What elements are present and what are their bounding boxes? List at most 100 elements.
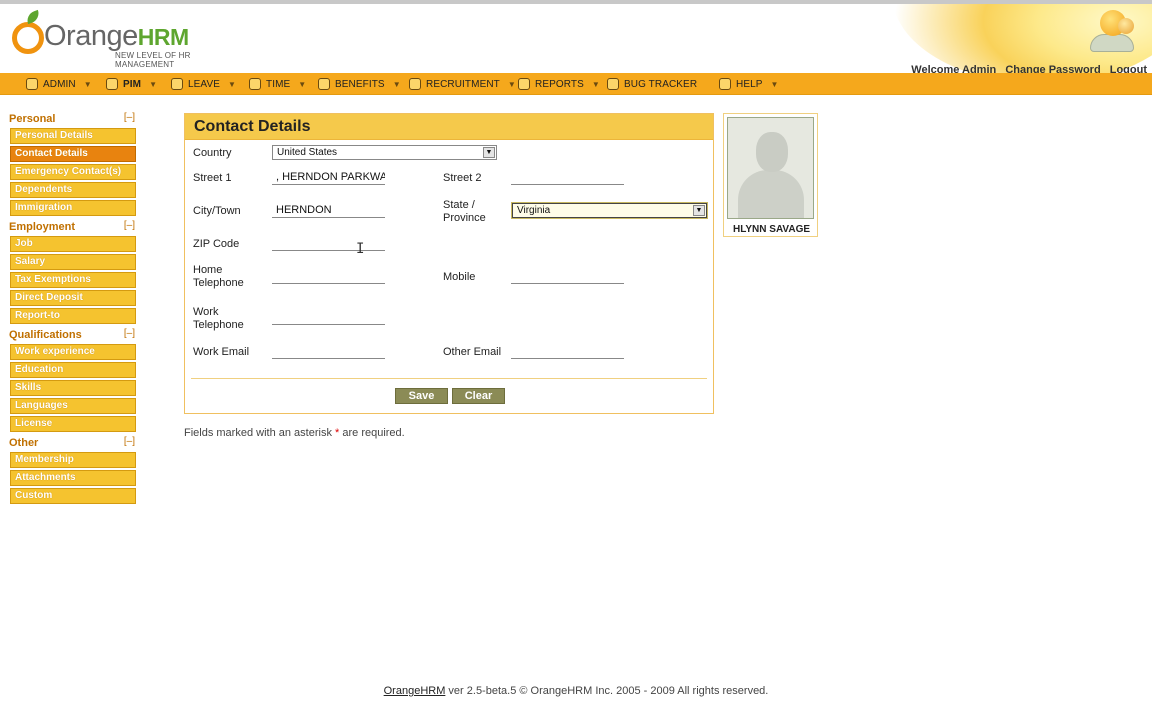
- menu-admin[interactable]: Admin ▼: [26, 73, 92, 95]
- sidebar-item-skills[interactable]: Skills: [10, 380, 136, 396]
- header: OrangeHRM NEW LEVEL OF HR MANAGEMENT Wel…: [0, 4, 1152, 73]
- country-label: Country: [193, 147, 232, 159]
- city-field[interactable]: HERNDON: [272, 204, 385, 218]
- sidebar-item-job[interactable]: Job: [10, 236, 136, 252]
- chevron-down-icon: ▼: [83, 79, 92, 89]
- menu-help[interactable]: Help ▼: [719, 73, 779, 95]
- app-window: OrangeHRM NEW LEVEL OF HR MANAGEMENT Wel…: [0, 0, 1152, 720]
- leave-icon: [171, 78, 183, 90]
- chevron-down-icon: ▼: [298, 79, 307, 89]
- sidebar-item-report-to[interactable]: Report-to: [10, 308, 136, 324]
- chevron-down-icon[interactable]: ▼: [483, 147, 495, 158]
- work-email-field[interactable]: [272, 345, 385, 359]
- chevron-down-icon: ▼: [228, 79, 237, 89]
- sidebar-item-salary[interactable]: Salary: [10, 254, 136, 270]
- users-icon: [1086, 10, 1138, 54]
- welcome-bar: Welcome Admin Change Password Logout: [911, 64, 1147, 73]
- sidebar-item-contact-details[interactable]: Contact Details: [10, 146, 136, 162]
- mobile-field[interactable]: [511, 270, 624, 284]
- sidebar-item-membership[interactable]: Membership: [10, 452, 136, 468]
- menu-benefits[interactable]: Benefits ▼: [318, 73, 401, 95]
- panel-divider: [191, 378, 707, 379]
- collapse-icon[interactable]: [–]: [124, 112, 135, 123]
- contact-details-panel: Contact Details Country United States ▼ …: [184, 113, 714, 414]
- zip-label: ZIP Code: [193, 238, 240, 250]
- other-email-label: Other Email: [443, 346, 502, 358]
- sidebar-heading: Personal [–]: [9, 112, 135, 125]
- menu-time[interactable]: Time ▼: [249, 73, 306, 95]
- change-password-link[interactable]: Change Password: [1005, 64, 1100, 73]
- sidebar-item-languages[interactable]: Languages: [10, 398, 136, 414]
- sidebar-heading: Other [–]: [9, 436, 135, 449]
- state-label: State / Province: [443, 199, 486, 224]
- sidebar-section-other: Other [–] Membership Attachments Custom: [9, 435, 137, 504]
- menu-pim[interactable]: PIM ▼: [106, 73, 157, 95]
- footer-text: ver 2.5-beta.5 © OrangeHRM Inc. 2005 - 2…: [445, 685, 769, 697]
- orangehrm-logo[interactable]: OrangeHRM NEW LEVEL OF HR MANAGEMENT: [12, 9, 252, 69]
- sidebar-heading: Qualifications [–]: [9, 328, 135, 341]
- chevron-down-icon: ▼: [507, 79, 516, 89]
- sidebar-item-direct-deposit[interactable]: Direct Deposit: [10, 290, 136, 306]
- text-cursor-icon: I: [356, 241, 365, 257]
- zip-field[interactable]: [272, 237, 385, 251]
- main-menu: Admin ▼ PIM ▼ Leave ▼ Time ▼ Benefits ▼ Recru…: [0, 73, 1152, 95]
- street2-label: Street 2: [443, 172, 482, 184]
- help-icon: [719, 78, 731, 90]
- chevron-down-icon: ▼: [770, 79, 779, 89]
- welcome-text: Welcome Admin: [911, 64, 997, 73]
- admin-icon: [26, 78, 38, 90]
- sidebar-item-dependents[interactable]: Dependents: [10, 182, 136, 198]
- city-label: City/Town: [193, 205, 241, 217]
- required-asterisk: *: [335, 427, 340, 439]
- sidebar-heading: Employment [–]: [9, 220, 135, 233]
- work-email-label: Work Email: [193, 346, 250, 358]
- sidebar-item-tax-exemptions[interactable]: Tax Exemptions: [10, 272, 136, 288]
- employee-photo-box: HLYNN SAVAGE: [723, 113, 818, 237]
- home-telephone-field[interactable]: [272, 270, 385, 284]
- street1-field[interactable]: , HERNDON PARKWAY: [272, 171, 385, 185]
- sidebar-item-work-experience[interactable]: Work experience: [10, 344, 136, 360]
- chevron-down-icon: ▼: [392, 79, 401, 89]
- sidebar-item-personal-details[interactable]: Personal Details: [10, 128, 136, 144]
- home-telephone-label: Home Telephone: [193, 264, 244, 289]
- save-button[interactable]: Save: [395, 388, 448, 404]
- recruitment-icon: [409, 78, 421, 90]
- street1-label: Street 1: [193, 172, 232, 184]
- collapse-icon[interactable]: [–]: [124, 436, 135, 447]
- sidebar-section-qualifications: Qualifications [–] Work experience Educat…: [9, 327, 137, 432]
- other-email-field[interactable]: [511, 345, 624, 359]
- chevron-down-icon[interactable]: ▼: [693, 205, 705, 216]
- sidebar-item-attachments[interactable]: Attachments: [10, 470, 136, 486]
- footer-orangehrm-link[interactable]: OrangeHRM: [384, 685, 446, 697]
- logo-leaf-icon: [24, 9, 42, 25]
- reports-icon: [518, 78, 530, 90]
- country-value: United States: [277, 147, 338, 158]
- panel-title: Contact Details: [185, 114, 713, 140]
- employee-photo[interactable]: [727, 117, 814, 219]
- collapse-icon[interactable]: [–]: [124, 220, 135, 231]
- chevron-down-icon: ▼: [149, 79, 158, 89]
- logout-link[interactable]: Logout: [1110, 64, 1147, 73]
- street2-field[interactable]: [511, 171, 624, 185]
- logo-orange-icon: [12, 22, 44, 54]
- state-select[interactable]: Virginia ▼: [512, 203, 707, 218]
- sidebar-item-education[interactable]: Education: [10, 362, 136, 378]
- collapse-icon[interactable]: [–]: [124, 328, 135, 339]
- sidebar-item-custom[interactable]: Custom: [10, 488, 136, 504]
- logo-tagline: NEW LEVEL OF HR MANAGEMENT: [115, 51, 191, 69]
- footer: OrangeHRM ver 2.5-beta.5 © OrangeHRM Inc…: [0, 685, 1152, 697]
- sidebar-item-license[interactable]: License: [10, 416, 136, 432]
- menu-recruitment[interactable]: Recruitment ▼: [409, 73, 516, 95]
- work-telephone-field[interactable]: [272, 311, 385, 325]
- menu-leave[interactable]: Leave ▼: [171, 73, 236, 95]
- menu-reports[interactable]: Reports ▼: [518, 73, 600, 95]
- clear-button[interactable]: Clear: [452, 388, 505, 404]
- sidebar-item-immigration[interactable]: Immigration: [10, 200, 136, 216]
- chevron-down-icon: ▼: [591, 79, 600, 89]
- sidebar: Personal [–] Personal Details Contact Det…: [9, 111, 137, 507]
- sidebar-item-emergency-contacts[interactable]: Emergency Contact(s): [10, 164, 136, 180]
- benefits-icon: [318, 78, 330, 90]
- country-select[interactable]: United States ▼: [272, 145, 497, 160]
- menu-bug-tracker[interactable]: Bug Tracker: [607, 73, 697, 95]
- time-icon: [249, 78, 261, 90]
